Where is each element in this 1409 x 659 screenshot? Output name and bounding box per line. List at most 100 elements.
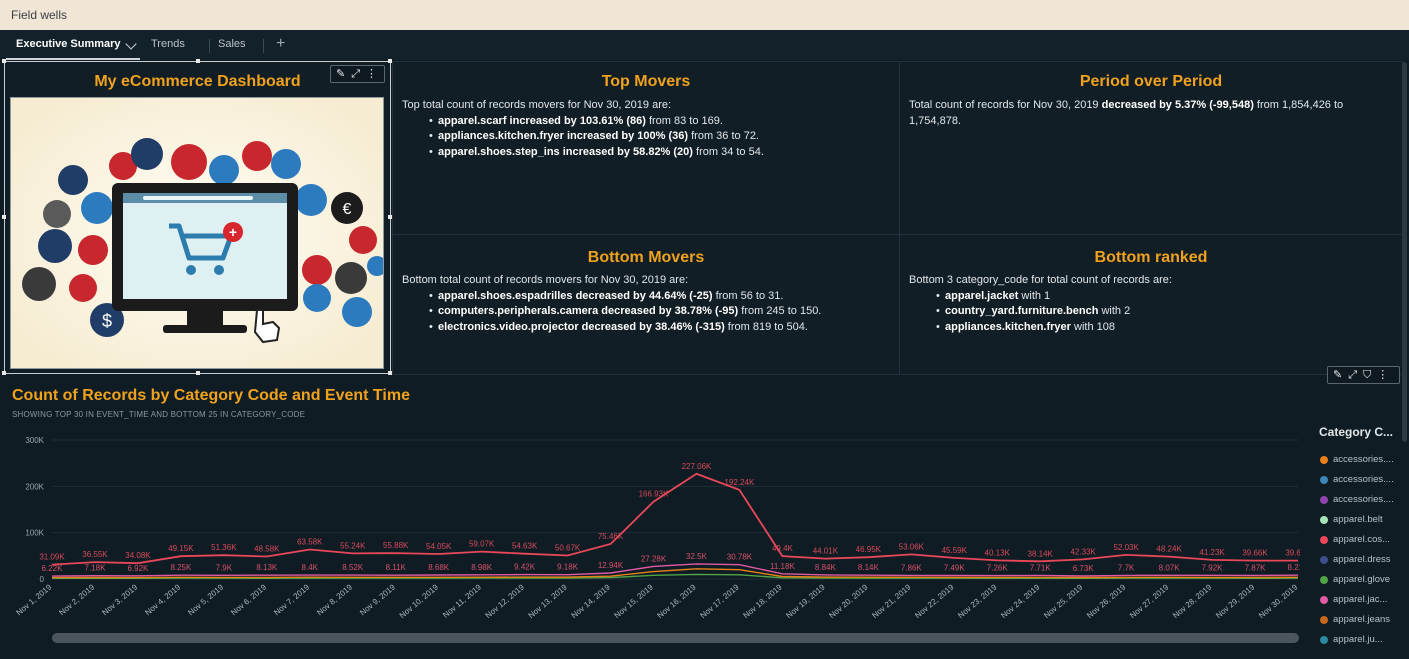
legend-item[interactable]: apparel.dress xyxy=(1320,554,1391,565)
data-label: 39.69K xyxy=(1285,549,1300,558)
resize-handle[interactable] xyxy=(2,215,6,219)
edit-icon[interactable]: ✎ xyxy=(1333,367,1342,383)
top-movers-intro: Top total count of records movers for No… xyxy=(402,99,672,111)
legend-label: accessories.... xyxy=(1333,494,1394,505)
legend-label: accessories.... xyxy=(1333,454,1394,465)
line-chart[interactable]: 300K 200K 100K 0 31.09K 36.55K 34.08K 49.15K 51.… xyxy=(0,428,1300,653)
chart-horizontal-scrollbar[interactable] xyxy=(52,633,1299,643)
field-wells-label: Field wells xyxy=(11,8,68,22)
data-label: 8.13K xyxy=(256,563,278,572)
legend-label: apparel.jeans xyxy=(1333,614,1391,625)
series-line xyxy=(51,568,1299,579)
legend-item[interactable]: apparel.glove xyxy=(1320,574,1390,585)
data-label: 63.58K xyxy=(297,538,323,547)
bottom-movers-text: Bottom total count of records movers for… xyxy=(402,273,892,335)
legend-swatch xyxy=(1320,495,1328,504)
data-label: 49.15K xyxy=(168,544,194,553)
legend-swatch xyxy=(1320,455,1328,464)
legend-swatch xyxy=(1320,595,1328,604)
x-tick-label: Nov 3, 2019 xyxy=(100,582,139,617)
data-label: 54.05K xyxy=(426,542,452,551)
data-label: 36.55K xyxy=(82,550,108,559)
legend-label: apparel.ju... xyxy=(1333,634,1383,645)
resize-handle[interactable] xyxy=(2,371,6,375)
x-tick-label: Nov 25, 2019 xyxy=(1042,582,1085,620)
svg-text:€: € xyxy=(343,201,352,218)
add-sheet-icon[interactable]: + xyxy=(276,35,285,53)
bottom-movers-intro: Bottom total count of records movers for… xyxy=(402,274,689,286)
data-label: 49.4K xyxy=(772,544,794,553)
resize-handle[interactable] xyxy=(196,59,200,63)
filter-icon[interactable]: ⛉ xyxy=(1363,367,1371,383)
resize-handle[interactable] xyxy=(2,59,6,63)
x-tick-label: Nov 18, 2019 xyxy=(741,582,784,620)
active-tab-indicator xyxy=(6,58,140,60)
data-label: 46.95K xyxy=(856,545,882,554)
data-label: 55.88K xyxy=(383,541,409,550)
field-wells-bar[interactable]: Field wells xyxy=(0,0,1409,30)
data-label: 7.87K xyxy=(1245,563,1267,572)
period-over-period-panel[interactable]: Period over Period Total count of record… xyxy=(899,61,1403,235)
list-item: appliances.kitchen.fryer with 108 xyxy=(945,320,1393,336)
page-vertical-scrollbar[interactable] xyxy=(1402,62,1407,442)
data-label: 7.7K xyxy=(1118,563,1135,572)
legend-item[interactable]: accessories.... xyxy=(1320,494,1394,505)
data-label: 7.86K xyxy=(901,563,923,572)
legend-item[interactable]: apparel.jeans xyxy=(1320,614,1390,625)
series-line xyxy=(51,472,1298,566)
x-tick-label: Nov 14, 2019 xyxy=(570,582,613,620)
more-menu-icon[interactable]: ⋮ xyxy=(1377,367,1388,383)
data-label: 38.14K xyxy=(1028,549,1054,558)
data-label: 54.63K xyxy=(512,542,538,551)
x-tick-label: Nov 23, 2019 xyxy=(956,582,999,620)
data-label: 11.18K xyxy=(770,562,795,571)
legend-swatch xyxy=(1320,615,1328,624)
legend-item[interactable]: accessories.... xyxy=(1320,454,1394,465)
list-item: appliances.kitchen.fryer increased by 10… xyxy=(438,129,892,145)
tab-trends[interactable]: Trends xyxy=(151,38,185,50)
data-label: 9.42K xyxy=(514,563,536,572)
bottom-movers-panel[interactable]: Bottom Movers Bottom total count of reco… xyxy=(392,234,900,375)
legend-item[interactable]: apparel.jac... xyxy=(1320,594,1387,605)
expand-icon[interactable]: ⤢ xyxy=(1348,367,1357,383)
x-tick-label: Nov 15, 2019 xyxy=(613,582,656,620)
data-label: 6.92K xyxy=(127,564,149,573)
legend-item[interactable]: accessories.... xyxy=(1320,474,1394,485)
data-label: 48.58K xyxy=(254,544,280,553)
period-text: Total count of records for Nov 30, 2019 … xyxy=(909,99,1344,127)
tab-executive-summary[interactable]: Executive Summary xyxy=(16,38,121,50)
legend-label: apparel.jac... xyxy=(1333,594,1388,605)
top-movers-text: Top total count of records movers for No… xyxy=(402,98,892,160)
data-label: 8.07K xyxy=(1159,563,1181,572)
visual-toolbar: ✎ ⤢ ⋮ xyxy=(330,65,385,83)
data-label: 34.08K xyxy=(125,551,151,560)
data-label: 32.5K xyxy=(686,552,708,561)
legend-item[interactable]: apparel.ju... xyxy=(1320,634,1383,645)
edit-icon[interactable]: ✎ xyxy=(336,66,345,82)
tab-sales[interactable]: Sales xyxy=(218,38,246,50)
data-label: 8.68K xyxy=(428,563,450,572)
legend-item[interactable]: apparel.cos... xyxy=(1320,534,1390,545)
more-menu-icon[interactable]: ⋮ xyxy=(366,66,377,82)
data-label: 30.78K xyxy=(727,553,753,562)
expand-icon[interactable]: ⤢ xyxy=(351,66,360,82)
data-label: 45.59K xyxy=(942,546,968,555)
data-label: 7.26K xyxy=(987,564,1009,573)
data-label: 7.49K xyxy=(944,564,966,573)
resize-handle[interactable] xyxy=(196,371,200,375)
list-item: computers.peripherals.camera decreased b… xyxy=(438,304,892,320)
data-label: 8.21K xyxy=(1288,563,1300,572)
list-item: apparel.jacket with 1 xyxy=(945,289,1393,305)
sheet-tabs: Executive Summary Trends Sales xyxy=(0,30,1409,60)
data-label: 8.98K xyxy=(471,563,493,572)
x-tick-label: Nov 30, 2019 xyxy=(1257,582,1300,620)
legend-item[interactable]: apparel.belt xyxy=(1320,514,1383,525)
data-label: 8.14K xyxy=(858,563,880,572)
computer-monitor-icon: + xyxy=(112,183,298,333)
x-tick-label: Nov 1, 2019 xyxy=(14,582,53,617)
data-label: 8.52K xyxy=(342,563,364,572)
data-label: 227.06K xyxy=(682,462,712,471)
top-movers-panel[interactable]: Top Movers Top total count of records mo… xyxy=(392,61,900,235)
data-label: 31.09K xyxy=(39,553,65,562)
bottom-ranked-panel[interactable]: Bottom ranked Bottom 3 category_code for… xyxy=(899,234,1403,375)
